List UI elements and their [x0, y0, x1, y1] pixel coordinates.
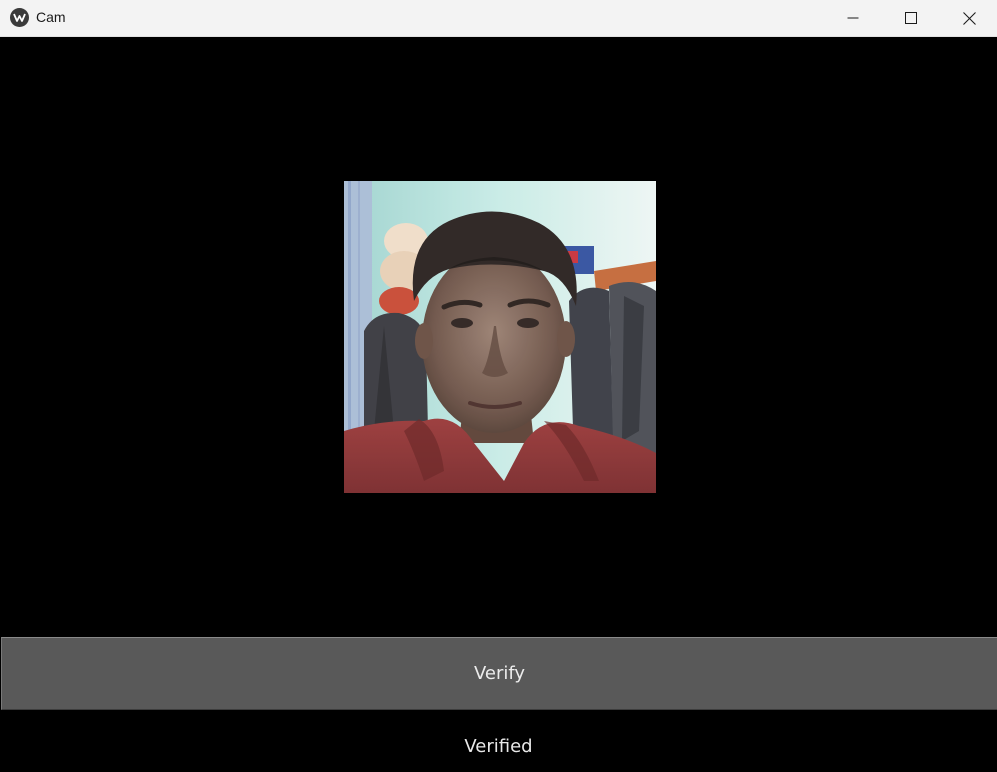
webcam-feed [344, 181, 656, 493]
window-title: Cam [36, 9, 66, 25]
verify-button[interactable]: Verify [1, 637, 997, 710]
verification-status: Verified [464, 736, 533, 757]
title-bar[interactable]: Cam [0, 0, 997, 37]
app-window: Cam Verify Verified [0, 0, 997, 772]
close-button[interactable] [940, 0, 997, 36]
close-icon [962, 11, 976, 25]
minimize-icon [847, 17, 859, 19]
maximize-button[interactable] [882, 0, 940, 36]
maximize-icon [905, 12, 917, 24]
kivy-logo-icon [10, 8, 29, 27]
minimize-button[interactable] [824, 0, 882, 36]
